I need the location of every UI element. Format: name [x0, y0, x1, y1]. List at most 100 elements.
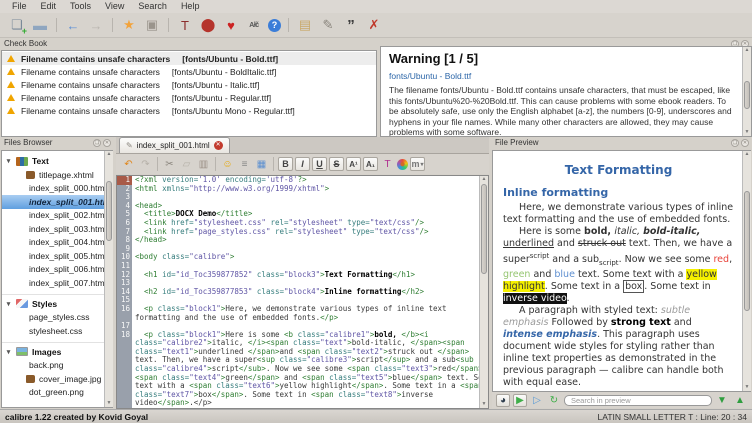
forward-icon[interactable]: → [87, 16, 105, 34]
pencil-icon: ✎ [126, 141, 133, 150]
preview-search-input[interactable] [564, 395, 712, 406]
speaker-icon[interactable]: ▣ [143, 16, 161, 34]
status-bar: calibre 1.22 created by Kovid Goyal LATI… [0, 409, 752, 423]
scroll-down-icon[interactable]: ▼ [105, 400, 113, 407]
wand-icon[interactable]: ★ [120, 16, 138, 34]
scroll-up-icon[interactable]: ▲ [480, 176, 488, 183]
sync-position-icon[interactable]: ▷ [530, 394, 544, 407]
file-item[interactable]: index_split_003.html [2, 222, 112, 236]
check-book-bug-icon[interactable]: ⬤ [199, 16, 217, 34]
files-section-images[interactable]: ▾Images [2, 342, 112, 359]
check-warning-row[interactable]: Filename contains unsafe characters[font… [2, 52, 376, 65]
css-class-icon[interactable]: m [410, 157, 425, 171]
file-item[interactable]: index_split_002.html [2, 209, 112, 223]
subscript-icon[interactable]: A₁ [363, 157, 378, 171]
copy-icon[interactable]: ▱ [179, 157, 194, 171]
check-warning-row[interactable]: Filename contains unsafe characters[font… [2, 104, 376, 117]
strike-icon[interactable]: S [329, 157, 344, 171]
text-block-icon[interactable]: ≡ [237, 157, 252, 171]
files-section-styles[interactable]: ▾Styles [2, 294, 112, 311]
cut-icon[interactable]: ✂ [162, 157, 177, 171]
font-title-icon[interactable]: T [176, 16, 194, 34]
file-item[interactable]: index_split_005.html [2, 249, 112, 263]
scroll-down-icon[interactable]: ▼ [743, 129, 751, 136]
color-text-icon[interactable]: T [380, 157, 395, 171]
file-item[interactable]: back.png [2, 359, 112, 373]
file-item[interactable]: index_split_001.html [2, 195, 112, 209]
scroll-thumb[interactable] [106, 181, 112, 241]
warning-scrollbar[interactable]: ▲ ▼ [742, 47, 751, 136]
scroll-down-icon[interactable]: ▼ [743, 384, 751, 391]
file-item[interactable]: dot_green.png [2, 386, 112, 400]
menu-file[interactable]: File [5, 0, 34, 13]
float-panel-icon[interactable]: ❏ [93, 139, 101, 147]
redo-icon[interactable]: ↷ [138, 157, 153, 171]
editor-scrollbar[interactable]: ▲ ▼ [479, 176, 488, 408]
file-item[interactable]: cover_image.jpg [2, 372, 112, 386]
file-item[interactable]: index_split_004.html [2, 236, 112, 250]
files-section-text[interactable]: ▾Text [2, 154, 112, 168]
section-label: Styles [32, 299, 57, 309]
scroll-down-icon[interactable]: ▼ [480, 401, 488, 408]
image-icon[interactable]: ▦ [254, 157, 269, 171]
section-label: Images [32, 347, 61, 357]
insert-icon[interactable]: ✎ [319, 16, 337, 34]
find-next-icon[interactable]: ▼ [715, 394, 729, 407]
file-item[interactable]: index_split_007.html [2, 276, 112, 290]
menu-help[interactable]: Help [174, 0, 207, 13]
check-warning-row[interactable]: Filename contains unsafe characters[font… [2, 65, 376, 78]
scroll-thumb[interactable] [744, 81, 750, 109]
file-name: index_split_000.html [29, 183, 107, 193]
clean-icon[interactable]: ✗ [365, 16, 383, 34]
italic-icon[interactable]: I [295, 157, 310, 171]
check-warning-row[interactable]: Filename contains unsafe characters[font… [2, 78, 376, 91]
superscript-icon[interactable]: A¹ [346, 157, 361, 171]
close-panel-icon[interactable]: ✕ [741, 139, 749, 147]
files-scrollbar[interactable]: ▲ ▼ [104, 151, 113, 407]
file-item[interactable]: stylesheet.css [2, 324, 112, 338]
quotes-icon[interactable]: ” [342, 16, 360, 34]
scroll-up-icon[interactable]: ▲ [743, 151, 751, 158]
scroll-up-icon[interactable]: ▲ [743, 47, 751, 54]
code-editor[interactable]: 1<?xml version='1.0' encoding='utf-8'?>2… [116, 175, 489, 409]
spellcheck-icon[interactable]: Ałč [245, 16, 263, 34]
menu-edit[interactable]: Edit [34, 0, 64, 13]
back-icon[interactable]: ← [64, 16, 82, 34]
save-icon[interactable]: ▬ [31, 16, 49, 34]
tab-close-icon[interactable]: ✕ [214, 141, 223, 150]
file-item[interactable]: index_split_006.html [2, 263, 112, 277]
auto-refresh-icon[interactable]: ◕ [496, 394, 510, 407]
bold-icon[interactable]: B [278, 157, 293, 171]
arrange-icon[interactable]: ▤ [296, 16, 314, 34]
find-prev-icon[interactable]: ▲ [733, 394, 747, 407]
help-icon[interactable]: ? [268, 19, 281, 32]
close-panel-icon[interactable]: ✕ [103, 139, 111, 147]
preview-paragraph: Here is some bold, italic, bold-italic, … [503, 226, 734, 305]
warning-file-link[interactable]: fonts/Ubuntu - Bold.ttf [389, 71, 735, 81]
preview-scrollbar[interactable]: ▲ ▼ [742, 151, 751, 391]
color-wheel-icon[interactable]: ● [397, 159, 408, 170]
menu-search[interactable]: Search [131, 0, 174, 13]
scroll-up-icon[interactable]: ▲ [105, 151, 113, 158]
menu-tools[interactable]: Tools [63, 0, 98, 13]
underline-icon[interactable]: U [312, 157, 327, 171]
scroll-thumb[interactable] [744, 191, 750, 311]
file-item[interactable]: page_styles.css [2, 311, 112, 325]
line-number [117, 399, 132, 408]
menu-view[interactable]: View [98, 0, 131, 13]
tab-index-split-001[interactable]: ✎ index_split_001.html ✕ [119, 137, 230, 153]
scroll-thumb[interactable] [481, 184, 487, 274]
run-preview-icon[interactable]: ▶ [513, 394, 527, 407]
undo-icon[interactable]: ↶ [121, 157, 136, 171]
float-panel-icon[interactable]: ❏ [731, 139, 739, 147]
paste-icon[interactable]: ▥ [196, 157, 211, 171]
files-tree: ▾Texttitlepage.xhtmlindex_split_000.html… [1, 150, 113, 408]
toolbar-separator [273, 157, 274, 171]
file-item[interactable]: index_split_000.html [2, 182, 112, 196]
donate-heart-icon[interactable]: ♥ [222, 16, 240, 34]
new-file-icon[interactable]: ❏ [8, 16, 26, 34]
refresh-icon[interactable]: ↻ [547, 394, 561, 407]
check-warning-row[interactable]: Filename contains unsafe characters[font… [2, 91, 376, 104]
smiley-icon[interactable]: ☺ [220, 157, 235, 171]
file-item[interactable]: titlepage.xhtml [2, 168, 112, 182]
